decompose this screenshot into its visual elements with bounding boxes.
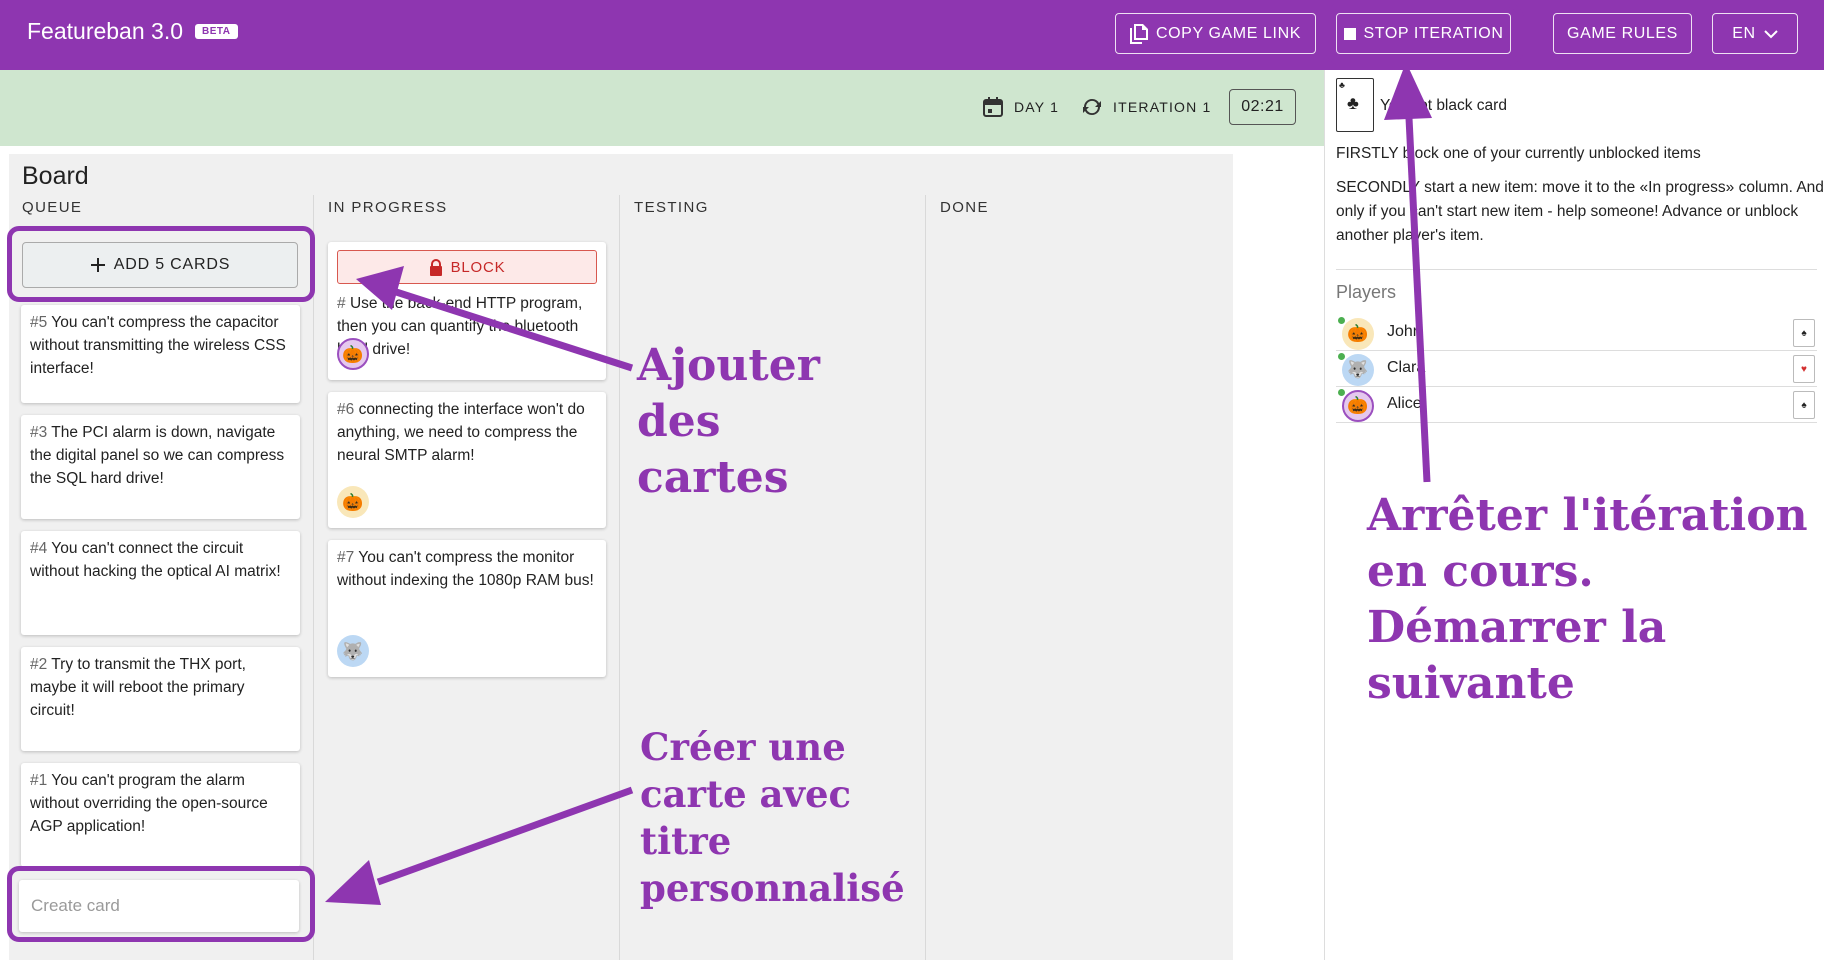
player-name: John (1387, 323, 1422, 340)
annotation-add-cards: Ajouter des cartes (637, 340, 820, 503)
in-progress-card[interactable]: #6 connecting the interface won't do any… (328, 392, 606, 528)
annotation-highlight-create-card (7, 866, 315, 942)
lock-icon (429, 258, 442, 276)
annotation-highlight-stop-iteration (1325, 2, 1524, 66)
refresh-icon (1083, 98, 1101, 116)
divider (1336, 269, 1817, 270)
player-card-icon: ♠ (1793, 319, 1815, 347)
queue-card[interactable]: #4 You can't connect the circuit without… (21, 531, 300, 635)
beta-badge: BETA (195, 24, 238, 39)
board-title: Board (22, 162, 89, 190)
iteration-timer: 02:21 (1229, 89, 1296, 125)
card-number: #7 (337, 549, 355, 566)
block-label: BLOCK (450, 258, 506, 276)
card-title: The PCI alarm is down, navigate the digi… (30, 424, 285, 487)
block-button[interactable]: BLOCK (337, 250, 597, 284)
card-title: Try to transmit the THX port, maybe it w… (30, 656, 246, 719)
day-indicator: DAY 1 (982, 96, 1059, 118)
day-label: DAY 1 (1014, 99, 1060, 115)
annotation-stop-iteration: Arrêter l'itération en cours. Démarrer l… (1367, 490, 1808, 709)
player-card-icon: ♠ (1793, 391, 1815, 419)
annotation-highlight-add-cards (7, 226, 315, 302)
card-number: #1 (30, 772, 48, 789)
card-title: connecting the interface won't do anythi… (337, 401, 585, 464)
app-title: Featureban 3.0 (27, 18, 184, 44)
pumpkin-icon: 🎃 (1342, 390, 1374, 422)
player-row: 🎃 John ♠ (1336, 315, 1817, 351)
queue-card[interactable]: #5 You can't compress the capacitor with… (21, 305, 300, 403)
pumpkin-icon: 🎃 (337, 486, 369, 518)
iteration-label: ITERATION 1 (1113, 99, 1212, 115)
calendar-icon (983, 97, 1003, 117)
card-title: Use the back-end HTTP program, then you … (337, 295, 583, 358)
players-title: Players (1336, 282, 1397, 302)
card-message: You got black card (1380, 97, 1507, 114)
player-name: Clara (1387, 359, 1426, 376)
iteration-indicator: ITERATION 1 (1081, 96, 1212, 118)
card-title: You can't connect the circuit without ha… (30, 540, 281, 580)
player-row: 🎃 Alice ♠ (1336, 387, 1817, 423)
black-card-icon: ♣ ♣ (1336, 78, 1374, 132)
game-rules-button[interactable]: GAME RULES (1553, 13, 1692, 54)
pumpkin-icon: 🎃 (337, 338, 369, 370)
column-header-in-progress: IN PROGRESS (328, 199, 448, 216)
game-rules-label: GAME RULES (1567, 24, 1678, 42)
card-number: #6 (337, 401, 355, 418)
copy-game-link-button[interactable]: COPY GAME LINK (1115, 13, 1316, 54)
copy-icon (1129, 23, 1148, 44)
column-divider (313, 195, 314, 960)
card-title: You can't program the alarm without over… (30, 772, 268, 835)
column-divider (619, 195, 620, 960)
rule-secondly: SECONDLY start a new item: move it to th… (1336, 179, 1824, 244)
card-number: # (337, 295, 346, 312)
column-header-testing: TESTING (634, 199, 709, 216)
online-indicator (1338, 353, 1345, 360)
card-number: #5 (30, 314, 48, 331)
app-brand: Featureban 3.0 BETA (27, 18, 238, 45)
wolf-icon: 🐺 (337, 635, 369, 667)
in-progress-card[interactable]: #7 You can't compress the monitor withou… (328, 540, 606, 677)
top-app-bar: Featureban 3.0 BETA COPY GAME LINK STOP … (0, 0, 1824, 70)
card-title: You can't compress the monitor without i… (337, 549, 594, 589)
column-divider (925, 195, 926, 960)
card-title: You can't compress the capacitor without… (30, 314, 286, 377)
in-progress-card[interactable]: BLOCK # Use the back-end HTTP program, t… (328, 242, 606, 380)
wolf-icon: 🐺 (1342, 354, 1374, 386)
queue-card[interactable]: #3 The PCI alarm is down, navigate the d… (21, 415, 300, 519)
copy-game-link-label: COPY GAME LINK (1155, 24, 1302, 42)
column-header-done: DONE (940, 199, 989, 216)
app-root: Featureban 3.0 BETA COPY GAME LINK STOP … (0, 0, 1824, 960)
language-label: EN (1732, 24, 1756, 42)
annotation-create-card: Créer une carte avec titre personnalisé (640, 725, 905, 910)
online-indicator (1338, 317, 1345, 324)
rule-firstly: FIRSTLY block one of your currently unbl… (1336, 145, 1701, 162)
iteration-status-bar: DAY 1 ITERATION 1 02:21 (0, 70, 1324, 146)
language-select[interactable]: EN (1712, 13, 1798, 54)
player-name: Alice (1387, 395, 1422, 412)
queue-card[interactable]: #1 You can't program the alarm without o… (21, 763, 300, 867)
player-card-icon: ♥ (1793, 355, 1815, 383)
column-header-queue: QUEUE (22, 199, 83, 216)
online-indicator (1338, 389, 1345, 396)
chevron-down-icon (1764, 29, 1778, 38)
pumpkin-icon: 🎃 (1342, 318, 1374, 350)
card-number: #4 (30, 540, 48, 557)
card-number: #2 (30, 656, 48, 673)
card-number: #3 (30, 424, 48, 441)
queue-card[interactable]: #2 Try to transmit the THX port, maybe i… (21, 647, 300, 751)
player-row: 🐺 Clara ♥ (1336, 351, 1817, 387)
